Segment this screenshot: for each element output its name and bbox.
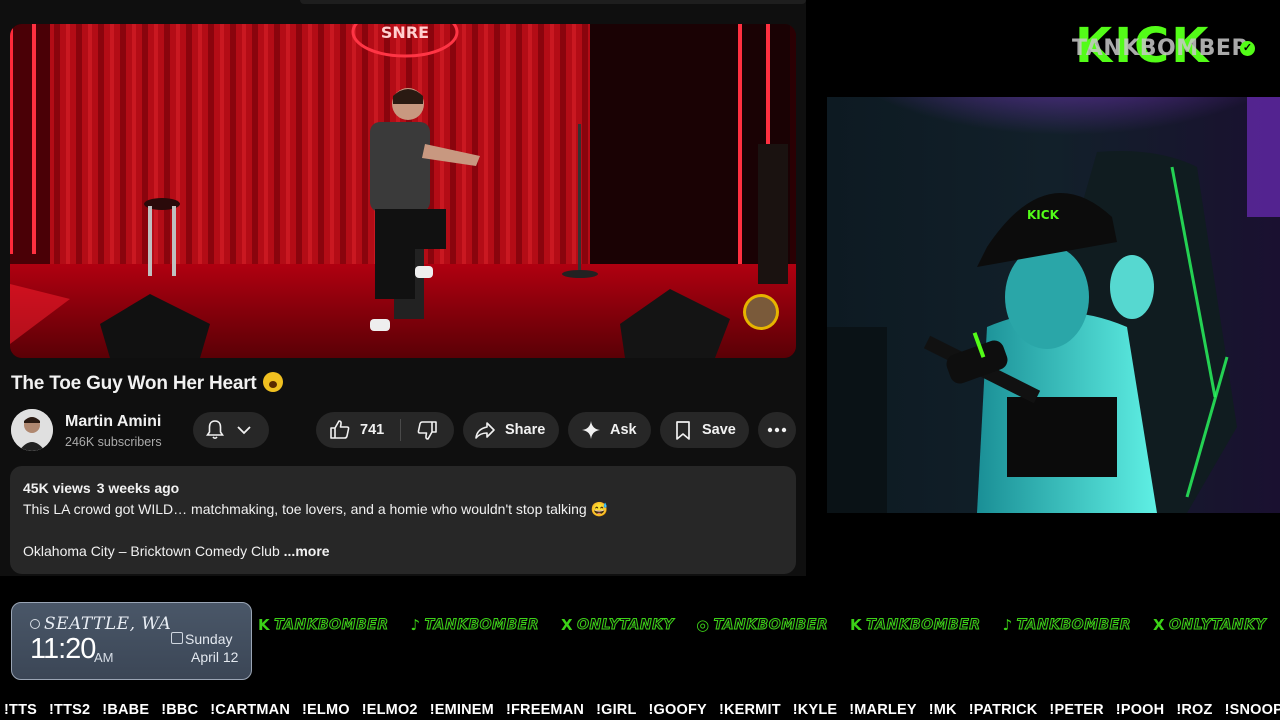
instagram-icon: ◎ <box>696 616 710 634</box>
share-label: Share <box>505 422 546 438</box>
tts-command: !GIRL <box>596 702 637 718</box>
webcam-image: KICK <box>827 97 1280 513</box>
thumbs-down-icon <box>417 421 437 440</box>
social-handle: TANKBOMBER <box>713 617 829 634</box>
tts-command: !PATRICK <box>968 702 1038 718</box>
channel-avatar[interactable] <box>11 409 53 451</box>
description-line: This LA crowd got WILD… matchmaking, toe… <box>23 501 609 517</box>
clock-ampm: AM <box>94 650 114 665</box>
social-item: ♪ TANKBOMBER <box>411 612 539 638</box>
show-more-link[interactable]: ...more <box>284 543 330 559</box>
social-handle: TANKBOMBER <box>274 617 389 634</box>
dislike-button[interactable] <box>401 412 453 448</box>
x-icon: X <box>1153 616 1166 634</box>
youtube-top-bar <box>300 0 806 4</box>
subscriber-count: 246K subscribers <box>65 435 162 449</box>
channel-name[interactable]: Martin Amini <box>65 413 161 431</box>
save-label: Save <box>702 422 736 438</box>
tts-command: !MARLEY <box>849 702 917 718</box>
verified-icon: ✓ <box>1240 41 1255 56</box>
avatar-image <box>11 409 53 451</box>
tts-command: !TTS <box>4 702 38 718</box>
tts-command: !BBC <box>161 702 199 718</box>
tts-command: !GOOFY <box>648 702 707 718</box>
video-title-text: The Toe Guy Won Her Heart <box>11 373 257 394</box>
tts-command: !TTS2 <box>49 702 91 718</box>
clock-time: 11:20 <box>30 633 96 665</box>
video-player[interactable]: SNRE <box>10 24 796 358</box>
ask-label: Ask <box>610 422 637 438</box>
location-pin-icon <box>30 619 40 629</box>
tts-command: !KYLE <box>792 702 838 718</box>
more-horizontal-icon <box>767 427 787 433</box>
thumbs-up-icon <box>330 420 350 439</box>
stage-sign: SNRE <box>381 24 429 42</box>
tts-command: !CARTMAN <box>210 702 290 718</box>
tiktok-icon: ♪ <box>1002 616 1013 634</box>
tts-command: !POOH <box>1115 702 1165 718</box>
tts-command: !MK <box>928 702 957 718</box>
kick-icon: K <box>850 616 863 634</box>
social-handle: ONLYTANKY <box>1169 617 1267 634</box>
description-location: Oklahoma City – Bricktown Comedy Club <box>23 543 280 559</box>
tts-command: !ELMO2 <box>361 702 418 718</box>
tts-command: !ELMO <box>302 702 350 718</box>
webcam-feed: KICK <box>827 97 1280 513</box>
tiktok-icon: ♪ <box>410 616 421 634</box>
tts-command: !SNOOP <box>1224 702 1280 718</box>
bell-icon <box>206 420 224 440</box>
tts-command-bar: !TTS !TTS2 !BABE !BBC !CARTMAN !ELMO !ELMO2 !EM… <box>0 702 1280 720</box>
clock-date: April 12 <box>191 649 239 665</box>
social-item: ♪ TANKBOMBER <box>1003 612 1131 638</box>
social-ticker: K TANKBOMBER ♪ TANKBOMBER X ONLYTANKY ◎ TANKBOM… <box>258 612 1280 638</box>
tts-command: !KERMIT <box>718 702 781 718</box>
social-item: K TANKBOMBER <box>850 612 981 638</box>
cap-logo-text: KICK <box>1027 208 1060 222</box>
view-count: 45K views <box>23 480 91 496</box>
calendar-icon <box>171 632 183 644</box>
video-title: The Toe Guy Won Her Heart <box>11 372 283 395</box>
clock-city: SEATTLE, WA <box>44 614 172 634</box>
social-handle: TANKBOMBER <box>1016 617 1132 634</box>
like-dislike-group: 741 <box>316 412 454 448</box>
ask-button[interactable]: Ask <box>568 412 651 448</box>
social-item: ◎ TANKBOMBER <box>696 612 828 638</box>
tts-command: !ROZ <box>1176 702 1213 718</box>
bookmark-icon <box>676 421 690 440</box>
social-item: X ONLYTANKY <box>1153 612 1266 638</box>
tts-command: !EMINEM <box>429 702 494 718</box>
tts-command: !BABE <box>102 702 150 718</box>
like-button[interactable]: 741 <box>316 412 400 448</box>
video-frame-image: SNRE <box>10 24 796 358</box>
more-actions-button[interactable] <box>758 412 796 448</box>
scream-emoji-icon <box>262 372 283 392</box>
description-line-location: Oklahoma City – Bricktown Comedy Club ..… <box>23 543 330 559</box>
share-icon <box>475 422 495 439</box>
kick-icon: K <box>258 616 271 634</box>
like-count: 741 <box>360 422 385 438</box>
kick-handle: TANKBOMBER <box>1072 36 1249 61</box>
x-icon: X <box>560 616 574 634</box>
description-meta: 45K views 3 weeks ago <box>23 480 185 496</box>
social-handle: ONLYTANKY <box>577 617 675 634</box>
chevron-down-icon <box>237 426 251 435</box>
social-item: K TANKBOMBER <box>258 612 389 638</box>
clock-day: Sunday <box>185 631 233 647</box>
social-item: X ONLYTANKY <box>561 612 674 638</box>
upload-age: 3 weeks ago <box>96 480 180 496</box>
social-handle: TANKBOMBER <box>424 617 539 634</box>
tts-command: !FREEMAN <box>505 702 585 718</box>
subscription-bell-button[interactable] <box>193 412 269 448</box>
sparkle-icon <box>582 421 600 439</box>
save-button[interactable]: Save <box>660 412 749 448</box>
share-button[interactable]: Share <box>463 412 559 448</box>
social-handle: TANKBOMBER <box>866 617 981 634</box>
tts-command: !PETER <box>1049 702 1104 718</box>
